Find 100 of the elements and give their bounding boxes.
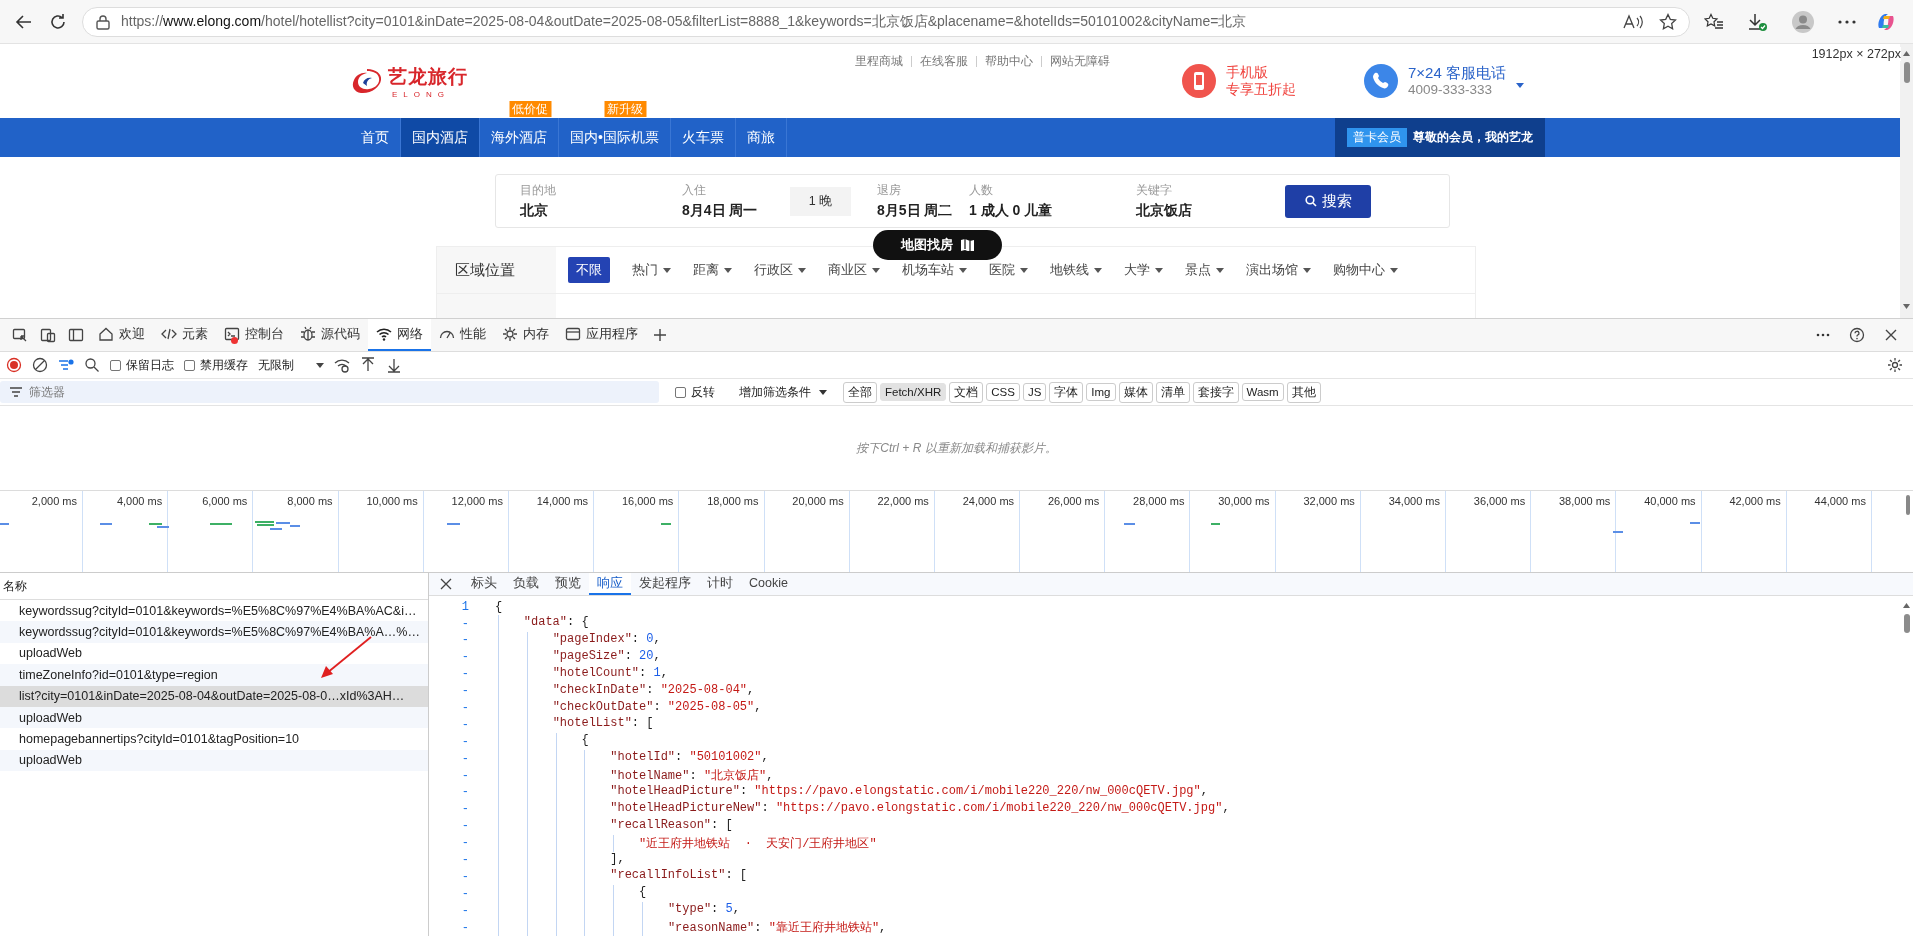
field-value[interactable]: 北京饭店 — [1136, 201, 1285, 220]
scroll-up-icon[interactable] — [1903, 603, 1910, 608]
field-value[interactable]: 1 成人 0 儿童 — [969, 201, 1136, 220]
filter-option[interactable]: 行政区 — [754, 261, 806, 279]
filter-option[interactable]: 演出场馆 — [1246, 261, 1311, 279]
map-search-button[interactable]: 地图找房 — [873, 230, 1002, 260]
scroll-up-icon[interactable] — [1903, 51, 1910, 56]
column-header[interactable]: 名称 — [0, 573, 428, 600]
download-icon[interactable] — [1746, 11, 1768, 32]
close-icon[interactable] — [1883, 327, 1899, 343]
devtools-tab[interactable]: 内存 — [494, 319, 557, 351]
top-link[interactable]: 帮助中心 — [985, 52, 1033, 70]
type-filter-chip[interactable]: Img — [1086, 383, 1116, 401]
scroll-down-icon[interactable] — [1903, 304, 1910, 309]
type-filter-chip[interactable]: 清单 — [1155, 381, 1190, 403]
filter-option[interactable]: 商业区 — [828, 261, 880, 279]
field-value[interactable]: 北京 — [520, 201, 682, 220]
devtools-tab[interactable]: 应用程序 — [557, 319, 646, 351]
filter-option[interactable]: 距离 — [693, 261, 732, 279]
logo-icon[interactable] — [350, 66, 384, 96]
refresh-icon[interactable] — [48, 11, 68, 32]
record-icon[interactable] — [6, 357, 22, 373]
request-row[interactable]: homepagebannertips?cityId=0101&tagPosition=10 — [0, 728, 428, 750]
clear-icon[interactable] — [32, 357, 48, 373]
filter-option[interactable]: 购物中心 — [1333, 261, 1398, 279]
scrollbar-thumb[interactable] — [1906, 495, 1910, 515]
nav-item[interactable]: 国内•国际机票 — [559, 118, 671, 157]
settings-icon[interactable] — [1887, 357, 1903, 373]
filter-option[interactable]: 地铁线 — [1050, 261, 1102, 279]
read-aloud-icon[interactable] — [1623, 13, 1645, 30]
request-row[interactable]: uploadWeb — [0, 749, 428, 772]
site-info-icon[interactable] — [95, 13, 111, 30]
filter-option[interactable]: 大学 — [1124, 261, 1163, 279]
address-bar[interactable]: https://www.elong.com/hotel/hotellist?city=0101&inDate=2025-08-04&outDate=2025-08-05&filterList=8888_1&keywords=北京饭店&placename=&hotelIds=50101002&cityName=北京 — [82, 6, 1690, 37]
checkbox[interactable] — [184, 359, 195, 371]
dock-side-icon[interactable] — [68, 327, 84, 343]
devtools-tab[interactable]: 欢迎 — [90, 319, 153, 351]
type-filter-chip[interactable]: 媒体 — [1118, 381, 1153, 403]
inspect-icon[interactable] — [12, 327, 28, 343]
type-filter-chip[interactable]: 套接字 — [1192, 381, 1239, 403]
nights-chip[interactable]: 1 晚 — [790, 186, 851, 216]
avatar-icon[interactable] — [1792, 10, 1814, 33]
search-icon[interactable] — [84, 357, 100, 373]
nav-item[interactable]: 火车票 — [670, 118, 736, 157]
assistant-logo-icon[interactable] — [1876, 11, 1896, 32]
detail-tab[interactable]: Cookie — [741, 573, 796, 596]
top-link[interactable]: 网站无障碍 — [1050, 52, 1110, 70]
type-filter-chip[interactable]: Wasm — [1241, 383, 1284, 401]
mobile-phone-icon[interactable] — [1182, 64, 1216, 98]
add-icon[interactable] — [652, 327, 668, 343]
checkbox[interactable] — [110, 359, 121, 371]
nav-item[interactable]: 海外酒店 — [480, 118, 559, 157]
filter-option[interactable]: 不限 — [568, 257, 610, 283]
request-row[interactable]: keywordssug?cityId=0101&keywords=%E5%8C%97%E4%BA%AC&i… — [0, 600, 428, 622]
network-conditions-icon[interactable] — [334, 357, 350, 373]
favorites-icon[interactable] — [1704, 12, 1724, 31]
scrollbar-thumb[interactable] — [1903, 62, 1910, 83]
member-link[interactable]: 尊敬的会员，我的艺龙 — [1413, 129, 1533, 146]
devtools-tab[interactable]: 源代码 — [292, 319, 368, 351]
more-icon[interactable] — [1838, 19, 1856, 24]
checkbox[interactable] — [675, 386, 686, 398]
request-row[interactable]: uploadWeb — [0, 642, 428, 665]
type-filter-chip[interactable]: 全部 — [843, 381, 877, 403]
throttling-select[interactable]: 无限制 — [258, 356, 294, 374]
type-filter-chip[interactable]: 字体 — [1049, 381, 1084, 403]
scrollbar-thumb[interactable] — [1903, 614, 1910, 633]
type-filter-chip[interactable]: 其他 — [1286, 381, 1321, 403]
request-row[interactable]: uploadWeb — [0, 706, 428, 729]
detail-tab[interactable]: 发起程序 — [631, 573, 699, 596]
request-row[interactable]: keywordssug?cityId=0101&keywords=%E5%8C%97%E4%BA%A…%… — [0, 621, 428, 643]
request-row[interactable]: timeZoneInfo?id=0101&type=region — [0, 664, 428, 686]
devtools-tab[interactable]: 性能 — [431, 319, 494, 351]
field-value[interactable]: 8月5日 周二 — [877, 201, 969, 220]
request-row[interactable]: list?city=0101&inDate=2025-08-04&outDate=2025-08-0…xId%3AH… — [0, 685, 428, 707]
detail-tab[interactable]: 计时 — [699, 573, 741, 596]
devtools-tab[interactable]: 控制台 — [216, 319, 292, 351]
type-filter-chip[interactable]: CSS — [986, 383, 1020, 401]
close-icon[interactable] — [439, 577, 453, 592]
type-filter-chip[interactable]: 文档 — [949, 381, 984, 403]
logo-text[interactable]: 艺龙旅行 — [388, 63, 468, 90]
device-toolbar-icon[interactable] — [40, 327, 56, 343]
nav-item[interactable]: 国内酒店 — [401, 118, 480, 157]
detail-tab[interactable]: 标头 — [463, 573, 505, 596]
type-filter-chip[interactable]: Fetch/XHR — [880, 383, 947, 401]
filter-option[interactable]: 热门 — [632, 261, 671, 279]
field-value[interactable]: 8月4日 周一 — [682, 201, 790, 220]
type-filter-chip[interactable]: JS — [1022, 383, 1047, 401]
filter-option[interactable]: 景点 — [1185, 261, 1224, 279]
top-link[interactable]: 在线客服 — [920, 52, 968, 70]
devtools-tab[interactable]: 网络 — [368, 319, 431, 351]
help-icon[interactable] — [1849, 327, 1865, 343]
detail-tab[interactable]: 负载 — [505, 573, 547, 596]
mobile-title[interactable]: 手机版 — [1226, 64, 1296, 81]
more-filters-dropdown[interactable]: 增加筛选条件 — [739, 383, 811, 401]
filter-input[interactable]: 筛选器 — [0, 381, 659, 403]
download-icon[interactable] — [386, 357, 402, 373]
filter-option[interactable]: 医院 — [989, 261, 1028, 279]
star-icon[interactable] — [1659, 12, 1677, 31]
search-button[interactable]: 搜索 — [1285, 184, 1371, 218]
devtools-tab[interactable]: 元素 — [153, 319, 216, 351]
